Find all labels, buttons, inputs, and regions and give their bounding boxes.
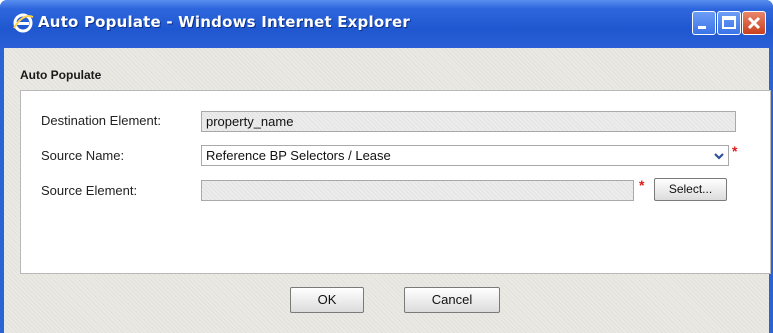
section-title: Auto Populate bbox=[20, 68, 102, 82]
form-panel: Destination Element: property_name Sourc… bbox=[20, 90, 771, 274]
dialog-client-area: Auto Populate Destination Element: prope… bbox=[4, 48, 771, 333]
cancel-button[interactable]: Cancel bbox=[404, 287, 500, 313]
source-name-selected-value: Reference BP Selectors / Lease bbox=[206, 148, 391, 163]
chevron-down-icon[interactable] bbox=[710, 146, 728, 165]
source-element-required-mark: * bbox=[639, 177, 645, 193]
source-name-dropdown[interactable]: Reference BP Selectors / Lease bbox=[201, 145, 729, 166]
close-button[interactable] bbox=[742, 11, 766, 35]
maximize-button[interactable] bbox=[717, 11, 741, 35]
internet-explorer-icon bbox=[13, 13, 34, 33]
destination-element-label: Destination Element: bbox=[41, 113, 161, 128]
source-name-label: Source Name: bbox=[41, 148, 125, 163]
minimize-icon bbox=[698, 26, 706, 29]
maximize-icon bbox=[722, 16, 736, 29]
title-bar[interactable]: Auto Populate - Windows Internet Explore… bbox=[0, 0, 773, 48]
select-button[interactable]: Select... bbox=[654, 178, 727, 201]
source-element-field bbox=[201, 180, 634, 201]
window-title: Auto Populate - Windows Internet Explore… bbox=[38, 13, 410, 31]
destination-element-field: property_name bbox=[201, 111, 736, 132]
ok-button[interactable]: OK bbox=[290, 287, 364, 313]
ie-dialog-window: Auto Populate - Windows Internet Explore… bbox=[0, 0, 773, 333]
source-name-required-mark: * bbox=[732, 143, 738, 159]
minimize-button[interactable] bbox=[692, 11, 716, 35]
close-icon bbox=[747, 16, 761, 30]
source-element-label: Source Element: bbox=[41, 183, 138, 198]
